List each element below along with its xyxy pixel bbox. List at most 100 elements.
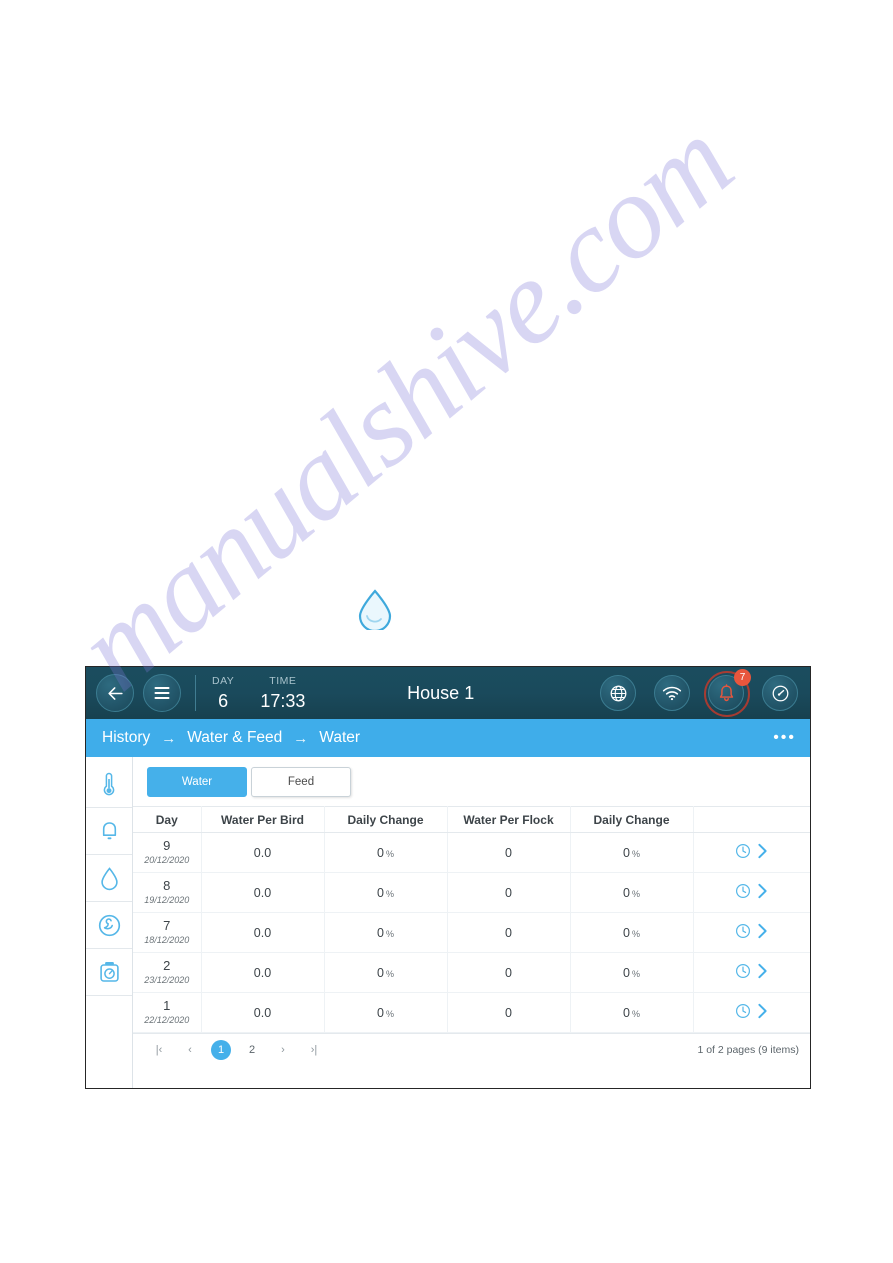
day-value: 6 <box>218 691 229 712</box>
day-date: 23/12/2020 <box>144 975 190 986</box>
clock-icon[interactable] <box>735 843 751 862</box>
screenshot-page: manualshive.com DAY 6 TIME 17:33 House 1… <box>0 0 893 1263</box>
breadcrumb-separator-icon: → <box>293 729 309 747</box>
chevron-right-icon[interactable] <box>756 843 769 862</box>
page-title: House 1 <box>407 682 475 703</box>
percent-sign: % <box>385 928 394 939</box>
cell-daily-change-bird: 0% <box>324 912 448 953</box>
pagination-last-button[interactable]: ›| <box>304 1040 324 1060</box>
cell-water-per-bird: 0.0 <box>201 992 325 1033</box>
cell-water-per-flock: 0 <box>447 872 571 913</box>
sidebar-item-flock[interactable] <box>86 902 132 949</box>
percent-sign: % <box>385 968 394 979</box>
watermark-text: manualshive.com <box>51 94 756 715</box>
sidebar-item-weight[interactable] <box>86 949 132 996</box>
clock-icon[interactable] <box>735 1003 751 1022</box>
cell-water-per-flock: 0 <box>447 992 571 1033</box>
cell-water-per-bird: 0.0 <box>201 872 325 913</box>
menu-button[interactable] <box>143 674 181 712</box>
breadcrumb: History → Water & Feed → Water ••• <box>86 719 810 757</box>
breadcrumb-item-water-and-feed[interactable]: Water & Feed <box>187 729 282 747</box>
back-button[interactable] <box>96 674 134 712</box>
clock-icon[interactable] <box>735 923 751 942</box>
column-header-day: Day <box>133 806 202 833</box>
table-header-row: Day Water Per Bird Daily Change Water Pe… <box>133 806 810 833</box>
breadcrumb-item-water[interactable]: Water <box>319 729 360 747</box>
content-area: Water Feed Day Water Per Bird Daily Chan… <box>86 757 810 1088</box>
thermometer-icon <box>103 772 115 796</box>
cell-water-per-bird: 0.0 <box>201 912 325 953</box>
table-row[interactable]: 9 20/12/2020 0.0 0% 0 0% <box>133 832 810 873</box>
day-date: 22/12/2020 <box>144 1015 190 1026</box>
dashboard-button[interactable] <box>762 675 798 711</box>
time-indicator: TIME 17:33 <box>260 676 305 711</box>
day-indicator: DAY 6 <box>212 676 234 711</box>
overflow-menu-icon[interactable]: ••• <box>773 730 796 746</box>
cell-water-per-bird: 0.0 <box>201 832 325 873</box>
tab-bar: Water Feed <box>133 757 810 806</box>
globe-icon <box>610 685 626 701</box>
chevron-right-icon[interactable] <box>756 883 769 902</box>
sidebar-item-water[interactable] <box>86 855 132 902</box>
column-header-actions <box>693 806 810 833</box>
cell-daily-change-flock: 0% <box>570 952 694 993</box>
cell-actions <box>693 872 810 913</box>
pagination-prev-button[interactable]: ‹ <box>180 1040 200 1060</box>
clock-icon[interactable] <box>735 883 751 902</box>
cell-day: 9 20/12/2020 <box>133 832 202 873</box>
table-row[interactable]: 8 19/12/2020 0.0 0% 0 0% <box>133 872 810 913</box>
tab-water[interactable]: Water <box>147 767 247 797</box>
column-header-water-per-flock: Water Per Flock <box>447 806 571 833</box>
percent-sign: % <box>385 848 394 859</box>
percent-sign: % <box>631 888 640 899</box>
chevron-right-icon[interactable] <box>756 923 769 942</box>
cell-daily-change-flock: 0% <box>570 912 694 953</box>
pagination-info: 1 of 2 pages (9 items) <box>697 1044 799 1056</box>
scale-icon <box>99 962 119 982</box>
alarm-button[interactable]: 7 <box>704 669 751 717</box>
water-drop-icon <box>100 866 118 890</box>
pagination: |‹ ‹ 1 2 › ›| 1 of 2 pages (9 items) <box>133 1033 810 1066</box>
percent-sign: % <box>631 848 640 859</box>
sidebar-item-alarms[interactable] <box>86 808 132 855</box>
table-row[interactable]: 1 22/12/2020 0.0 0% 0 0% <box>133 992 810 1033</box>
cell-daily-change-flock: 0% <box>570 872 694 913</box>
pagination-page-2[interactable]: 2 <box>242 1040 262 1060</box>
topbar-divider <box>195 675 196 711</box>
network-button[interactable] <box>600 675 636 711</box>
chevron-right-icon[interactable] <box>756 963 769 982</box>
percent-sign: % <box>631 1008 640 1019</box>
day-number: 1 <box>163 998 171 1014</box>
pagination-next-button[interactable]: › <box>273 1040 293 1060</box>
pagination-first-button[interactable]: |‹ <box>149 1040 169 1060</box>
cell-actions <box>693 912 810 953</box>
controller-screen: DAY 6 TIME 17:33 House 1 7 History → Wat… <box>85 666 811 1089</box>
day-number: 7 <box>163 918 171 934</box>
column-header-daily-change-bird: Daily Change <box>324 806 448 833</box>
time-label: TIME <box>269 674 297 687</box>
day-number: 8 <box>163 878 171 894</box>
cell-actions <box>693 992 810 1033</box>
breadcrumb-item-history[interactable]: History <box>102 729 150 747</box>
arrow-left-icon <box>107 686 123 700</box>
day-date: 19/12/2020 <box>144 895 190 906</box>
history-table: Day Water Per Bird Daily Change Water Pe… <box>133 806 810 1033</box>
tab-feed[interactable]: Feed <box>251 767 351 797</box>
table-row[interactable]: 2 23/12/2020 0.0 0% 0 0% <box>133 952 810 993</box>
cell-water-per-bird: 0.0 <box>201 952 325 993</box>
topbar-icon-group: 7 <box>582 669 798 717</box>
table-row[interactable]: 7 18/12/2020 0.0 0% 0 0% <box>133 912 810 953</box>
wifi-button[interactable] <box>654 675 690 711</box>
pagination-page-1[interactable]: 1 <box>211 1040 231 1060</box>
clock-icon[interactable] <box>735 963 751 982</box>
cell-water-per-flock: 0 <box>447 952 571 993</box>
gauge-icon <box>772 685 788 701</box>
cell-daily-change-bird: 0% <box>324 872 448 913</box>
cell-daily-change-bird: 0% <box>324 992 448 1033</box>
sidebar-item-temperature[interactable] <box>86 761 132 808</box>
cell-actions <box>693 832 810 873</box>
day-date: 18/12/2020 <box>144 935 190 946</box>
chevron-right-icon[interactable] <box>756 1003 769 1022</box>
main-content: Water Feed Day Water Per Bird Daily Chan… <box>133 757 810 1088</box>
time-value: 17:33 <box>260 691 306 712</box>
